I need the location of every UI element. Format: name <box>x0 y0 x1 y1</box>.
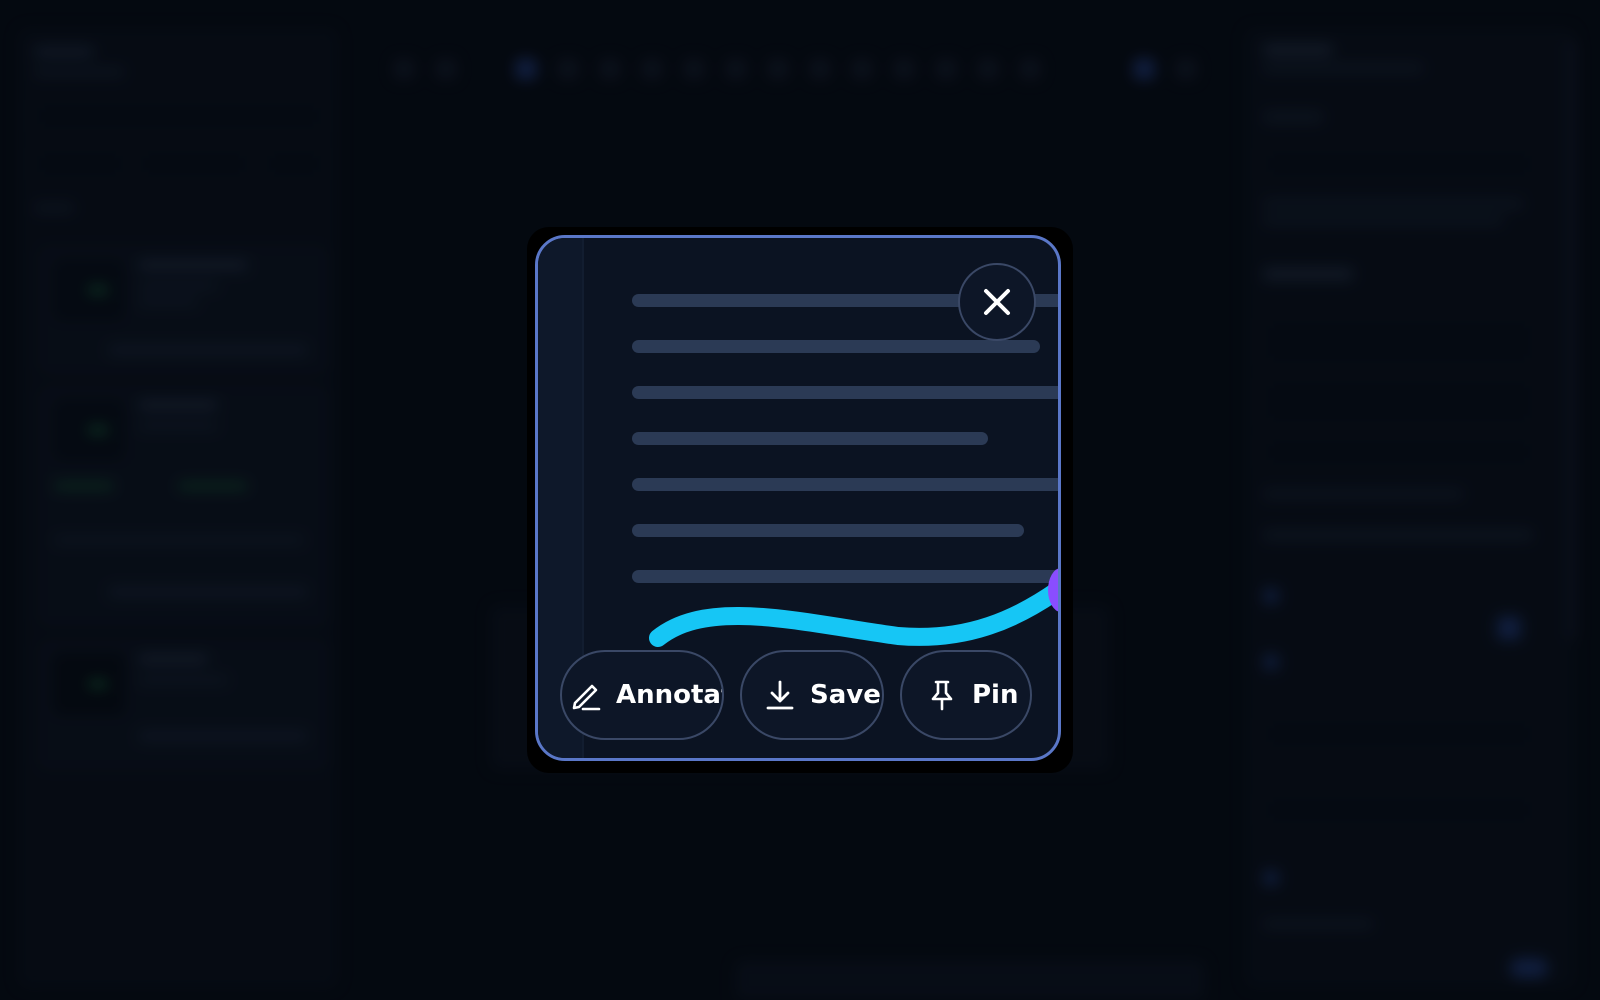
pencil-icon <box>568 677 604 713</box>
annotate-button[interactable]: Annotate <box>560 650 724 740</box>
preview-modal: Annotate Save Pin <box>527 227 1073 773</box>
save-button[interactable]: Save <box>740 650 884 740</box>
download-icon <box>762 677 798 713</box>
annotate-label: Annotate <box>616 680 722 710</box>
preview-frame: Annotate Save Pin <box>535 235 1061 761</box>
close-button[interactable] <box>958 263 1036 341</box>
pin-label: Pin <box>972 680 1019 710</box>
save-label: Save <box>810 680 881 710</box>
close-icon <box>980 285 1014 319</box>
pin-button[interactable]: Pin <box>900 650 1032 740</box>
pin-icon <box>924 677 960 713</box>
